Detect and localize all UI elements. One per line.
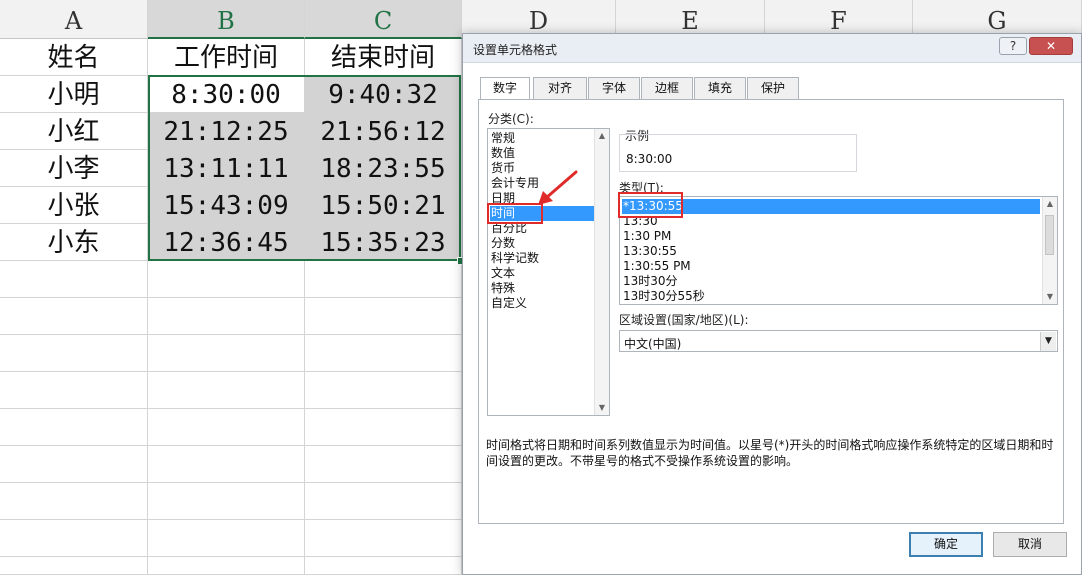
empty-cell[interactable] [0,372,148,409]
category-item[interactable]: 分数 [490,236,515,251]
empty-cell[interactable] [0,298,148,335]
empty-cell[interactable] [148,446,305,483]
empty-cell[interactable] [0,446,148,483]
format-description: 时间格式将日期和时间系列数值显示为时间值。以星号(*)开头的时间格式响应操作系统… [486,438,1054,468]
category-item[interactable]: 常规 [490,131,515,146]
cell-name[interactable]: 小红 [0,113,148,150]
category-item[interactable]: 日期 [490,191,515,206]
empty-cell[interactable] [305,483,462,520]
tab-number[interactable]: 数字 [480,77,530,100]
empty-cell[interactable] [0,261,148,298]
tab-alignment[interactable]: 对齐 [533,77,587,99]
empty-cell[interactable] [148,520,305,557]
category-item-selected[interactable]: 时间 [490,206,594,221]
cell-start-time[interactable]: 8:30:00 [148,76,305,113]
empty-cell[interactable] [305,372,462,409]
type-listbox[interactable]: *13:30:55 13:30 1:30 PM 13:30:55 1:30:55… [619,196,1058,305]
type-item[interactable]: 13时30分 [622,274,678,289]
cell-end-time[interactable]: 9:40:32 [305,76,462,113]
cell-name[interactable]: 小明 [0,76,148,113]
category-item[interactable]: 货币 [490,161,515,176]
scroll-down-arrow-icon[interactable]: ▼ [595,401,609,415]
type-item[interactable]: 13:30 [622,214,658,229]
empty-cell[interactable] [305,409,462,446]
empty-cell[interactable] [148,261,305,298]
empty-cell[interactable] [148,483,305,520]
empty-cell[interactable] [305,298,462,335]
empty-cell[interactable] [0,335,148,372]
cell-name[interactable]: 小张 [0,187,148,224]
tab-protection[interactable]: 保护 [747,77,799,99]
scroll-thumb[interactable] [1045,215,1054,255]
scroll-up-arrow-icon[interactable]: ▲ [595,129,609,143]
dialog-title: 设置单元格格式 [473,43,558,57]
help-button[interactable]: ? [999,37,1027,55]
empty-cell[interactable] [148,557,305,575]
locale-value: 中文(中国) [624,337,682,351]
tab-fill[interactable]: 填充 [694,77,746,99]
empty-cell[interactable] [305,446,462,483]
column-header-c[interactable]: C [305,0,462,39]
cell-start-time[interactable]: 13:11:11 [148,150,305,187]
column-header-a[interactable]: A [0,0,148,39]
category-item[interactable]: 科学记数 [490,251,539,266]
empty-cell[interactable] [148,372,305,409]
tab-border[interactable]: 边框 [641,77,693,99]
cell-start-time[interactable]: 12:36:45 [148,224,305,261]
red-arrow-icon [538,170,578,205]
type-label: 类型(T): [619,181,664,195]
chevron-down-icon[interactable]: ▼ [1040,332,1056,351]
locale-label: 区域设置(国家/地区)(L): [619,313,749,327]
tab-font[interactable]: 字体 [588,77,640,99]
type-item[interactable]: 13时30分55秒 [622,289,705,304]
column-header-b[interactable]: B [148,0,305,39]
type-item[interactable]: 13:30:55 [622,244,677,259]
cell-start-time[interactable]: 15:43:09 [148,187,305,224]
cell-end-time[interactable]: 18:23:55 [305,150,462,187]
category-item[interactable]: 数值 [490,146,515,161]
dialog-titlebar[interactable]: 设置单元格格式 ? ✕ [463,34,1081,63]
cell-name[interactable]: 小李 [0,150,148,187]
cell-a1-header[interactable]: 姓名 [0,39,148,76]
cell-c1-header[interactable]: 结束时间 [305,39,462,76]
format-cells-dialog: 设置单元格格式 ? ✕ 数字 对齐 字体 边框 填充 保护 分类(C): 常规 … [462,33,1082,575]
empty-cell[interactable] [305,557,462,575]
cell-name[interactable]: 小东 [0,224,148,261]
category-label: 分类(C): [488,112,534,126]
ok-button[interactable]: 确定 [909,532,983,557]
category-item[interactable]: 文本 [490,266,515,281]
sample-box: 8:30:00 [619,134,857,172]
type-item[interactable]: 1:30 PM [622,229,671,244]
empty-cell[interactable] [0,557,148,575]
empty-cell[interactable] [305,520,462,557]
cancel-button[interactable]: 取消 [993,532,1067,557]
category-item[interactable]: 百分比 [490,221,527,236]
scroll-up-arrow-icon[interactable]: ▲ [1043,197,1057,211]
empty-cell[interactable] [305,261,462,298]
empty-cell[interactable] [0,409,148,446]
sample-value: 8:30:00 [626,152,673,166]
type-item[interactable]: 1:30:55 PM [622,259,691,274]
cell-end-time[interactable]: 21:56:12 [305,113,462,150]
empty-cell[interactable] [0,520,148,557]
category-scrollbar[interactable]: ▲ ▼ [594,129,609,415]
empty-cell[interactable] [0,483,148,520]
cell-b1-header[interactable]: 工作时间 [148,39,305,76]
empty-cell[interactable] [305,335,462,372]
cell-end-time[interactable]: 15:35:23 [305,224,462,261]
category-item[interactable]: 自定义 [490,296,527,311]
empty-cell[interactable] [148,298,305,335]
empty-cell[interactable] [148,335,305,372]
close-button[interactable]: ✕ [1029,37,1073,55]
type-scrollbar[interactable]: ▲ ▼ [1042,197,1057,304]
scroll-down-arrow-icon[interactable]: ▼ [1043,290,1057,304]
cell-start-time[interactable]: 21:12:25 [148,113,305,150]
empty-cell[interactable] [148,409,305,446]
type-item-selected[interactable]: *13:30:55 [622,199,1040,214]
locale-select[interactable]: 中文(中国) ▼ [619,330,1058,352]
cell-end-time[interactable]: 15:50:21 [305,187,462,224]
category-item[interactable]: 特殊 [490,281,515,296]
